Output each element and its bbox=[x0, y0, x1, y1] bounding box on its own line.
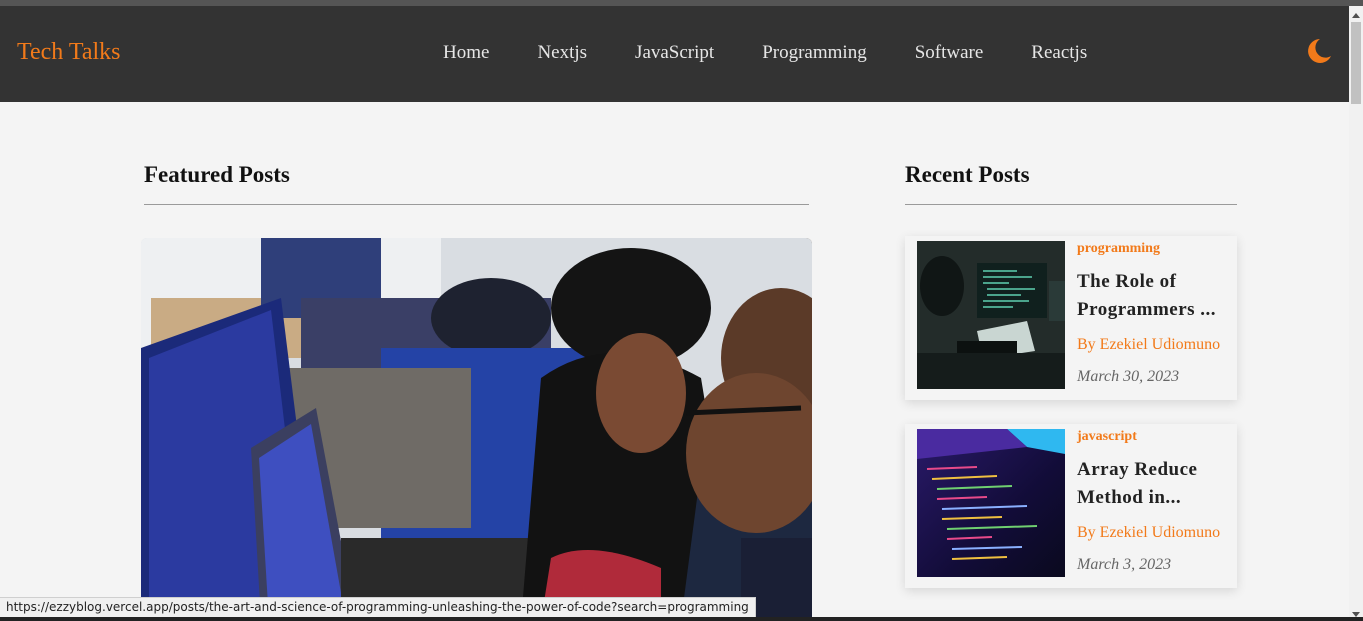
navbar: Tech Talks Home Nextjs JavaScript Progra… bbox=[0, 6, 1349, 102]
post-date: March 3, 2023 bbox=[1077, 556, 1172, 573]
featured-divider bbox=[144, 204, 809, 205]
post-category-tag[interactable]: programming bbox=[1077, 241, 1160, 257]
scrollbar-thumb[interactable] bbox=[1351, 22, 1361, 104]
post-category-tag[interactable]: javascript bbox=[1077, 429, 1137, 445]
page-scrollbar[interactable] bbox=[1349, 6, 1363, 621]
nav-link-home[interactable]: Home bbox=[443, 42, 489, 64]
nav-link-nextjs[interactable]: Nextjs bbox=[537, 42, 587, 64]
recent-posts-heading: Recent Posts bbox=[905, 162, 1030, 187]
featured-photo bbox=[141, 238, 812, 621]
bottom-edge bbox=[0, 617, 1363, 621]
code-screen-photo bbox=[917, 429, 1065, 577]
moon-icon bbox=[1308, 39, 1331, 63]
nav-link-software[interactable]: Software bbox=[915, 42, 984, 64]
site-logo[interactable]: Tech Talks bbox=[17, 39, 121, 66]
post-title[interactable]: The Role of Programmers ... bbox=[1077, 268, 1227, 324]
recent-divider bbox=[905, 204, 1237, 205]
nav-link-reactjs[interactable]: Reactjs bbox=[1031, 42, 1087, 64]
scroll-up-icon[interactable] bbox=[1352, 13, 1360, 18]
recent-post-thumbnail[interactable] bbox=[917, 429, 1065, 577]
link-status-url: https://ezzyblog.vercel.app/posts/the-ar… bbox=[0, 597, 756, 619]
post-author[interactable]: By Ezekiel Udiomuno bbox=[1077, 524, 1220, 542]
nav-link-programming[interactable]: Programming bbox=[762, 42, 867, 64]
nav-link-javascript[interactable]: JavaScript bbox=[635, 42, 714, 64]
post-date: March 30, 2023 bbox=[1077, 368, 1180, 385]
programmer-photo bbox=[917, 241, 1065, 389]
recent-post-thumbnail[interactable] bbox=[917, 241, 1065, 389]
post-title[interactable]: Array Reduce Method in... bbox=[1077, 456, 1227, 512]
featured-post-image[interactable] bbox=[141, 238, 812, 621]
post-author[interactable]: By Ezekiel Udiomuno bbox=[1077, 336, 1220, 354]
recent-post-card[interactable]: programming The Role of Programmers ... … bbox=[905, 236, 1237, 400]
nav-menu: Home Nextjs JavaScript Programming Softw… bbox=[443, 42, 1135, 64]
recent-post-card[interactable]: javascript Array Reduce Method in... By … bbox=[905, 424, 1237, 588]
theme-toggle-button[interactable] bbox=[1303, 36, 1333, 66]
featured-posts-heading: Featured Posts bbox=[144, 162, 290, 187]
